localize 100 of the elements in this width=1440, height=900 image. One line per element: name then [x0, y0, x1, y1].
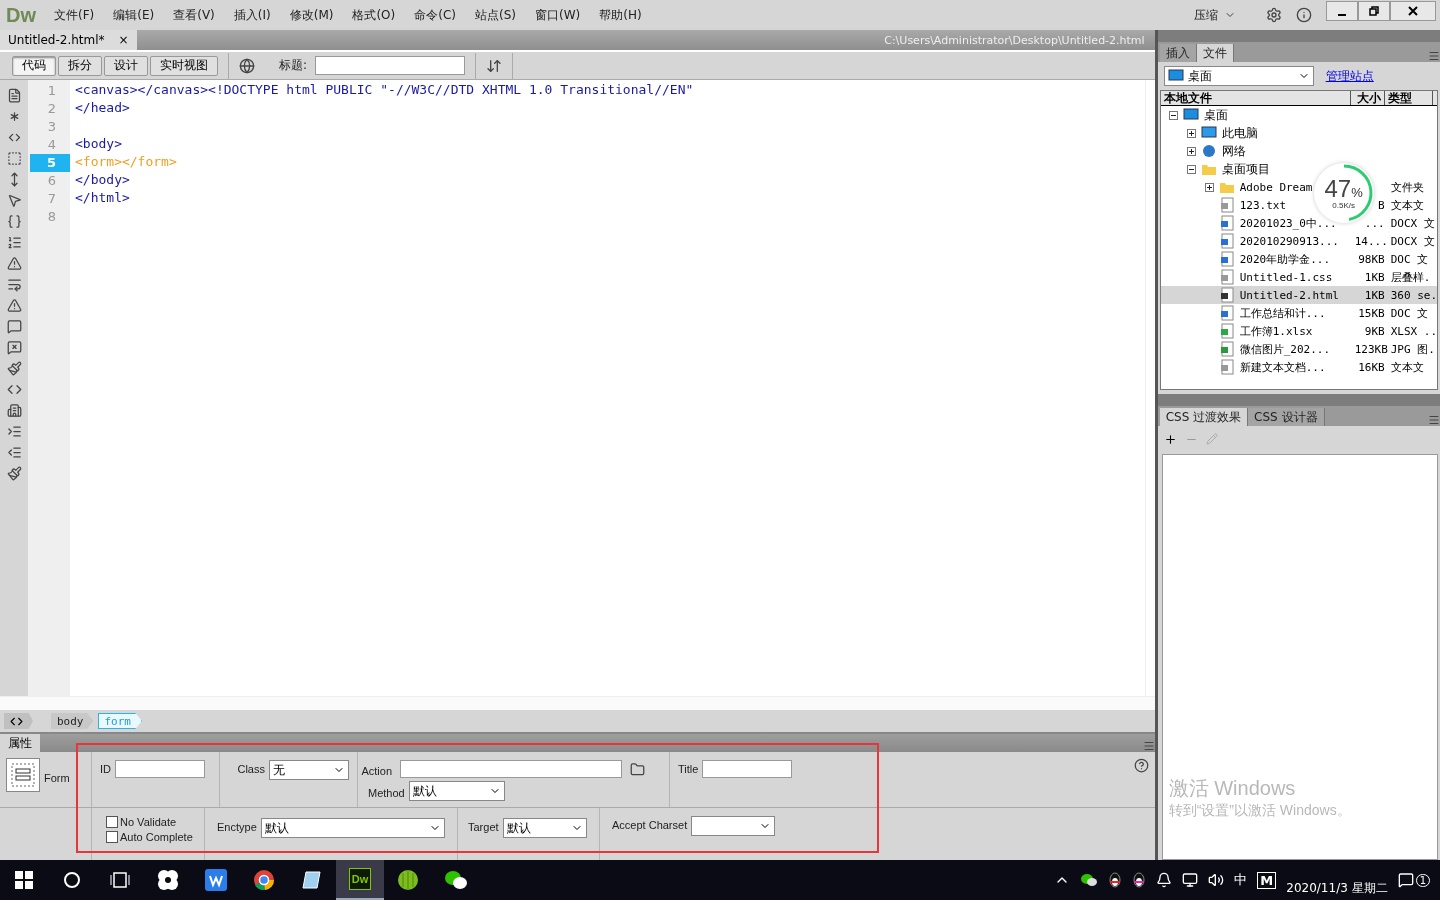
comment-icon[interactable]: [6, 319, 22, 334]
penguin-icon[interactable]: [1132, 871, 1147, 889]
warning-icon[interactable]: [6, 256, 22, 271]
brush-icon[interactable]: [6, 466, 22, 481]
file-name[interactable]: 桌面: [1203, 106, 1228, 124]
column-header[interactable]: 类型: [1384, 91, 1433, 105]
settings-icon[interactable]: [1266, 7, 1282, 23]
info-icon[interactable]: [1296, 7, 1312, 23]
new-file-icon[interactable]: [6, 88, 22, 103]
view-button[interactable]: 设计: [104, 55, 148, 76]
file-name[interactable]: 新建文本文档...: [1239, 359, 1326, 375]
restore-button[interactable]: [1358, 1, 1390, 21]
wrap-text-icon[interactable]: [6, 277, 22, 292]
panel-tab[interactable]: CSS 设计器: [1248, 408, 1325, 426]
manage-sites-link[interactable]: 管理站点: [1325, 67, 1374, 85]
file-row[interactable]: Untitled-2.html 1KB 360 se.: [1160, 286, 1437, 304]
outdent-icon[interactable]: [6, 445, 22, 460]
horizontal-scrollbar[interactable]: [0, 696, 1155, 710]
menu-item[interactable]: 窗口(W): [534, 6, 581, 24]
brush-icon[interactable]: [6, 361, 22, 376]
menu-item[interactable]: 格式(O): [352, 6, 396, 24]
building-icon[interactable]: [6, 403, 22, 418]
title-field[interactable]: [315, 56, 466, 75]
indent-icon[interactable]: [6, 424, 22, 439]
menu-item[interactable]: 插入(I): [233, 6, 271, 24]
method-select[interactable]: 默认: [408, 781, 505, 801]
workspace-switcher[interactable]: 压缩: [1194, 6, 1218, 24]
globe-icon[interactable]: [239, 57, 255, 74]
remove-comment-icon[interactable]: [6, 340, 22, 355]
document-tab[interactable]: Untitled-2.html* ×: [0, 30, 137, 50]
chat-app-icon[interactable]: [1080, 872, 1099, 888]
panel-menu-icon[interactable]: [1428, 50, 1440, 62]
numbered-list-icon[interactable]: [6, 235, 22, 250]
expand-icon[interactable]: [1186, 146, 1196, 156]
tag-button[interactable]: body: [51, 713, 94, 729]
menu-item[interactable]: 编辑(E): [113, 6, 155, 24]
menu-item[interactable]: 站点(S): [475, 6, 516, 24]
collapse-icon[interactable]: [1186, 164, 1196, 174]
input-mode[interactable]: M: [1257, 871, 1277, 889]
taskbar-app[interactable]: Dw: [336, 860, 384, 900]
properties-tab[interactable]: 属性: [0, 734, 40, 752]
plus-icon[interactable]: [1163, 432, 1177, 446]
input-method[interactable]: 中: [1234, 871, 1248, 889]
column-header[interactable]: 本地文件: [1160, 91, 1351, 105]
code-icon[interactable]: [6, 382, 22, 397]
menu-item[interactable]: 帮助(H): [599, 6, 642, 24]
volume-icon[interactable]: [1208, 872, 1225, 888]
penguin-icon[interactable]: [1108, 871, 1123, 889]
file-name[interactable]: 工作总结和计...: [1239, 305, 1326, 321]
action-field[interactable]: [400, 760, 622, 778]
collapse-icon[interactable]: [1168, 110, 1178, 120]
target-select[interactable]: 默认: [502, 818, 587, 838]
expand-icon[interactable]: [1204, 182, 1214, 192]
close-tab-button[interactable]: ×: [118, 33, 129, 47]
file-name[interactable]: Untitled-2.html: [1239, 288, 1339, 302]
network-icon[interactable]: [1182, 872, 1199, 888]
file-name[interactable]: Adobe Dream: [1239, 180, 1313, 194]
site-select[interactable]: 桌面: [1163, 66, 1314, 86]
column-header[interactable]: 大小: [1350, 91, 1385, 105]
bell-icon[interactable]: [1156, 872, 1173, 888]
file-name[interactable]: 网络: [1221, 142, 1246, 160]
enctype-select[interactable]: 默认: [260, 818, 445, 838]
title-field[interactable]: [702, 760, 793, 778]
file-name[interactable]: 20201023_0中...: [1239, 215, 1337, 231]
panel-tab[interactable]: CSS 过渡效果: [1159, 408, 1249, 426]
panel-menu-icon[interactable]: [1428, 414, 1440, 426]
menu-item[interactable]: 查看(V): [173, 6, 215, 24]
file-name[interactable]: 微信图片_202...: [1239, 341, 1330, 357]
warning-icon[interactable]: [6, 298, 22, 313]
help-icon[interactable]: [1133, 758, 1149, 773]
panel-menu-icon[interactable]: [1142, 740, 1155, 752]
sort-icon[interactable]: [486, 57, 503, 74]
view-button[interactable]: 实时视图: [150, 55, 218, 76]
expand-icon[interactable]: [1186, 128, 1196, 138]
file-name[interactable]: Untitled-1.css: [1239, 270, 1333, 284]
menu-item[interactable]: 命令(C): [414, 6, 456, 24]
pointer-icon[interactable]: [6, 193, 22, 208]
view-button[interactable]: 拆分: [58, 55, 102, 76]
view-button[interactable]: 代码: [12, 55, 56, 76]
checkbox[interactable]: [106, 816, 118, 828]
class-select[interactable]: 无: [269, 760, 349, 780]
file-name[interactable]: 2020年助学金...: [1239, 251, 1330, 267]
checkbox[interactable]: [106, 831, 118, 843]
file-name[interactable]: 123.txt: [1239, 198, 1286, 212]
menu-item[interactable]: 修改(M): [289, 6, 334, 24]
panel-tab[interactable]: 文件: [1196, 44, 1234, 62]
charset-select[interactable]: [691, 816, 776, 836]
id-field[interactable]: [115, 760, 205, 778]
notification-button[interactable]: 1: [1397, 872, 1430, 888]
close-button[interactable]: [1390, 1, 1436, 21]
panel-tab[interactable]: 插入: [1159, 44, 1197, 62]
file-name[interactable]: 202010290913...: [1239, 234, 1339, 248]
file-name[interactable]: 桌面项目: [1221, 160, 1270, 178]
menu-item[interactable]: 文件(F): [54, 6, 95, 24]
file-name[interactable]: 此电脑: [1221, 124, 1258, 142]
file-name[interactable]: 工作簿1.xlsx: [1239, 323, 1313, 339]
folder-icon[interactable]: [630, 761, 645, 777]
braces-icon[interactable]: [6, 214, 22, 229]
clock-date[interactable]: 2020/11/3 星期二: [1286, 879, 1388, 897]
code-tag-button[interactable]: [4, 713, 33, 729]
